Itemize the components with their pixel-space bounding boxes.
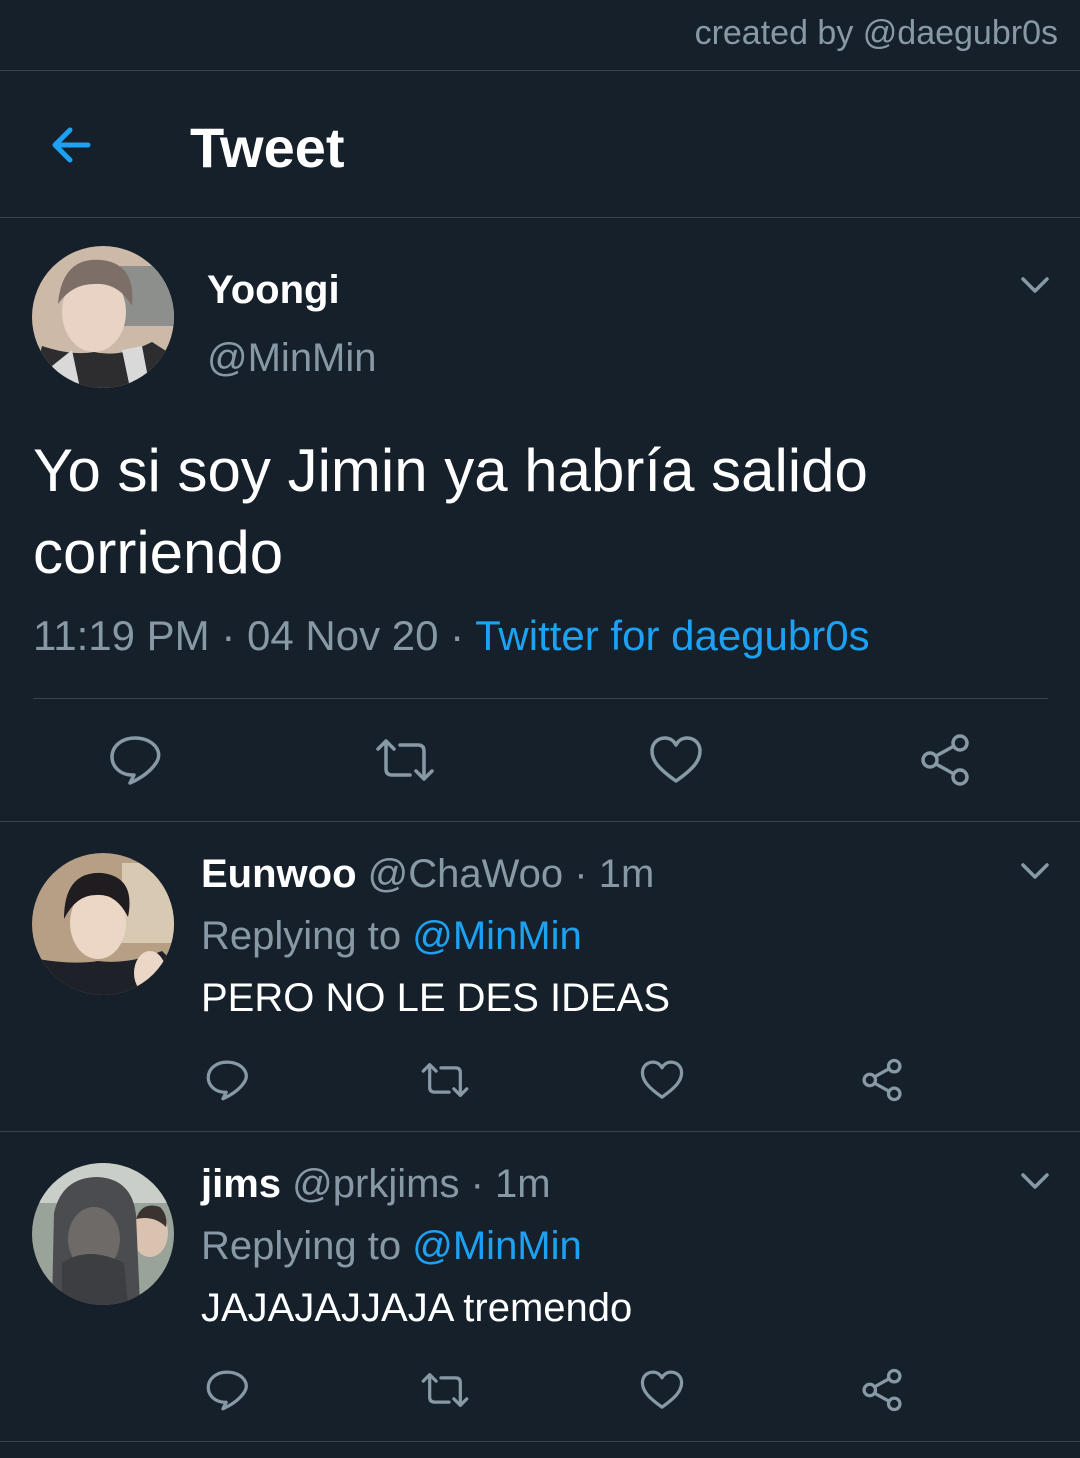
retweet-icon	[421, 1373, 469, 1407]
reply-text: JAJAJAJJAJA tremendo	[201, 1286, 633, 1330]
reply-header: jims @prkjims · 1m	[201, 1162, 551, 1207]
divider	[0, 821, 1080, 822]
reply-time: · 1m	[574, 852, 655, 896]
watermark-text: created by @daegubr0s	[694, 14, 1058, 52]
back-button[interactable]	[46, 120, 102, 170]
meta-separator: ·	[450, 612, 465, 659]
reply-author-name: Eunwoo	[201, 852, 357, 896]
share-icon	[862, 1058, 902, 1102]
retweet-button[interactable]	[420, 1058, 470, 1107]
like-icon	[650, 736, 702, 783]
share-button[interactable]	[860, 1368, 904, 1417]
replying-to-mention[interactable]: @MinMin	[412, 914, 582, 958]
avatar-photo	[32, 246, 174, 388]
tweet-text: Yo si soy Jimin ya habría salido corrien…	[33, 437, 868, 586]
avatar[interactable]	[32, 246, 174, 388]
retweet-button[interactable]	[420, 1368, 470, 1417]
retweet-icon	[376, 739, 434, 781]
tweet-meta: 11:19 PM · 04 Nov 20 · Twitter for daegu…	[33, 612, 870, 660]
reply-button[interactable]	[205, 1368, 249, 1417]
reply-icon	[110, 736, 161, 785]
avatar[interactable]	[32, 853, 174, 995]
reply-author-handle: @ChaWoo	[367, 852, 564, 896]
tweet-time: 11:19 PM	[33, 612, 210, 659]
replying-to-label: Replying to	[201, 914, 402, 958]
tweet-date: 04 Nov 20	[247, 612, 439, 659]
replying-to-mention[interactable]: @MinMin	[412, 1224, 582, 1268]
like-button[interactable]	[640, 1058, 684, 1107]
avatar[interactable]	[32, 1163, 174, 1305]
share-button[interactable]	[860, 1058, 904, 1107]
retweet-icon	[421, 1063, 469, 1097]
like-icon	[640, 1060, 684, 1099]
chevron-down-icon	[1021, 863, 1049, 879]
chevron-down-icon	[1021, 1173, 1049, 1189]
like-button[interactable]	[640, 1368, 684, 1417]
like-button[interactable]	[649, 733, 703, 792]
author-handle: @MinMin	[207, 336, 377, 380]
tweet-client-link[interactable]: Twitter for daegubr0s	[475, 612, 870, 659]
share-button[interactable]	[918, 733, 972, 792]
share-icon	[862, 1368, 902, 1412]
meta-separator: ·	[221, 612, 236, 659]
replying-to: Replying to @MinMin	[201, 914, 582, 959]
author-name: Yoongi	[207, 268, 340, 312]
top-app-bar: Tweet	[0, 70, 1080, 218]
chevron-down-icon	[1021, 277, 1049, 293]
page-title: Tweet	[190, 116, 345, 179]
share-icon	[921, 734, 969, 786]
replying-to-label: Replying to	[201, 1224, 402, 1268]
arrow-left-icon	[52, 127, 91, 163]
reply-button[interactable]	[108, 733, 162, 792]
watermark-bar: created by @daegubr0s	[0, 0, 1080, 71]
reply-header: Eunwoo @ChaWoo · 1m	[201, 852, 654, 897]
avatar-photo	[32, 853, 174, 995]
divider	[0, 1131, 1080, 1132]
divider	[0, 1441, 1080, 1442]
like-icon	[640, 1370, 684, 1409]
tweet-menu-button[interactable]	[1018, 272, 1052, 303]
replying-to: Replying to @MinMin	[201, 1224, 582, 1269]
reply-button[interactable]	[205, 1058, 249, 1107]
avatar-photo	[32, 1163, 174, 1305]
tweet-menu-button[interactable]	[1018, 858, 1052, 889]
reply-icon	[206, 1370, 248, 1411]
reply-icon	[206, 1060, 248, 1101]
divider	[33, 698, 1048, 699]
reply-author-name: jims	[201, 1162, 282, 1206]
reply-text: PERO NO LE DES IDEAS	[201, 976, 671, 1020]
reply-time: · 1m	[470, 1162, 551, 1206]
reply-author-handle: @prkjims	[292, 1162, 460, 1206]
tweet-menu-button[interactable]	[1018, 1168, 1052, 1199]
retweet-button[interactable]	[374, 733, 436, 792]
